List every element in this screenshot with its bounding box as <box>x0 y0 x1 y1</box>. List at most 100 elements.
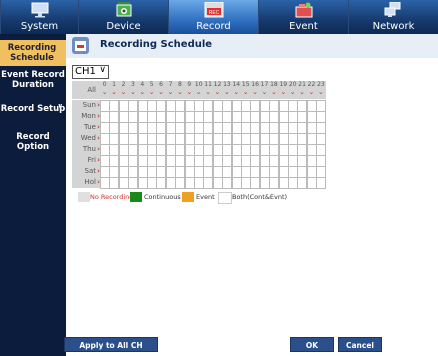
hour-header[interactable]: 19 ⌄ <box>278 81 288 99</box>
top-nav: System Device REC Record Event Network <box>0 0 438 34</box>
chevron-down-icon: ⌄ <box>195 88 202 96</box>
hour-header[interactable]: 20 ⌄ <box>288 81 298 99</box>
sidebar-item-recording-schedule[interactable]: Recording Schedule <box>0 40 66 66</box>
sidebar-item-record-setup[interactable]: Record Setup ∨ <box>0 102 66 126</box>
schedule-cell[interactable] <box>316 177 327 189</box>
chevron-down-icon: ⌄ <box>233 88 240 96</box>
cancel-button[interactable]: Cancel <box>338 337 382 352</box>
channel-select[interactable]: CH1 ∨ <box>72 65 109 79</box>
hour-header[interactable]: 14 ⌄ <box>231 81 241 99</box>
select-all-cell[interactable]: All <box>72 81 100 99</box>
chevron-down-icon: ⌄ <box>148 88 155 96</box>
day-row-label[interactable]: Mon › <box>72 111 100 122</box>
day-label: Tue <box>84 123 96 131</box>
legend-swatch <box>130 192 142 202</box>
hour-header[interactable]: 16 ⌄ <box>250 81 260 99</box>
schedule-cell[interactable] <box>316 133 327 145</box>
sidebar-item-label: Recording Schedule <box>7 43 57 63</box>
hour-header[interactable]: 1 ⌄ <box>109 81 119 99</box>
record-rec-icon: REC <box>204 2 223 18</box>
day-row-label[interactable]: Thu › <box>72 144 100 155</box>
hour-header[interactable]: 5 ⌄ <box>147 81 157 99</box>
chevron-down-icon: ⌄ <box>186 88 193 96</box>
day-label: Wed <box>80 134 96 142</box>
hour-header[interactable]: 0 ⌄ <box>100 81 110 99</box>
hour-header[interactable]: 10 ⌄ <box>194 81 204 99</box>
chevron-down-icon: ⌄ <box>270 88 277 96</box>
day-label: Thu <box>82 145 96 153</box>
chevron-down-icon: ⌄ <box>139 88 146 96</box>
schedule-cell[interactable] <box>316 111 327 123</box>
chevron-down-icon: ⌄ <box>317 88 324 96</box>
hour-header[interactable]: 11 ⌄ <box>203 81 213 99</box>
hour-header[interactable]: 8 ⌄ <box>175 81 185 99</box>
schedule-cell[interactable] <box>316 166 327 178</box>
day-row-label[interactable]: Hol › <box>72 177 100 188</box>
tab-network-label: Network <box>372 21 415 32</box>
monitor-icon <box>31 2 48 18</box>
chevron-down-icon: ⌄ <box>176 88 183 96</box>
hour-header[interactable]: 9 ⌄ <box>184 81 194 99</box>
hour-header[interactable]: 17 ⌄ <box>259 81 270 99</box>
chevron-down-icon: ⌄ <box>299 88 306 96</box>
day-row-label[interactable]: Wed › <box>72 133 100 144</box>
tab-network[interactable]: Network <box>348 0 438 34</box>
chevron-down-icon: ⌄ <box>252 88 259 96</box>
chevron-down-icon: ⌄ <box>101 88 108 96</box>
tab-system[interactable]: System <box>0 0 78 34</box>
hour-header[interactable]: 15 ⌄ <box>241 81 251 99</box>
legend-swatch <box>218 192 232 204</box>
hour-header[interactable]: 7 ⌄ <box>165 81 176 99</box>
day-row-label[interactable]: Tue › <box>72 122 100 133</box>
tab-device[interactable]: Device <box>78 0 168 34</box>
network-icon <box>384 2 400 17</box>
chevron-down-icon: ⌄ <box>167 88 174 96</box>
tab-system-label: System <box>20 21 59 32</box>
schedule-cell[interactable] <box>316 122 327 134</box>
sidebar-item-record-option[interactable]: Record Option <box>0 130 66 154</box>
day-label: Fri <box>87 156 96 164</box>
hour-header[interactable]: 12 ⌄ <box>212 81 223 99</box>
tab-device-label: Device <box>106 21 141 32</box>
schedule-cell[interactable] <box>316 100 327 112</box>
sidebar-item-label: Record Option <box>16 132 50 152</box>
header-bar: Recording Schedule <box>66 34 438 58</box>
day-row-label[interactable]: Fri › <box>72 155 100 166</box>
schedule-cell[interactable] <box>316 155 327 167</box>
hour-header[interactable]: 18 ⌄ <box>269 81 279 99</box>
apply-to-all-ch-button[interactable]: Apply to All CH <box>64 337 158 352</box>
hour-header[interactable]: 6 ⌄ <box>156 81 166 99</box>
ok-button[interactable]: OK <box>290 337 334 352</box>
channel-select-value: CH1 <box>75 66 96 77</box>
hour-header[interactable]: 21 ⌄ <box>297 81 307 99</box>
chevron-down-icon: ⌄ <box>289 88 296 96</box>
hour-header[interactable]: 22 ⌄ <box>306 81 317 99</box>
day-row-label[interactable]: Sat › <box>72 166 100 177</box>
tab-event[interactable]: Event <box>258 0 348 34</box>
day-label: Sat <box>84 167 96 175</box>
schedule-calendar-icon <box>72 37 89 54</box>
chevron-down-icon: ⌄ <box>120 88 127 96</box>
sidebar-item-label: Event Record Duration <box>1 70 65 90</box>
tab-record[interactable]: REC Record <box>168 0 258 34</box>
day-label: Mon <box>81 112 96 120</box>
hour-header[interactable]: 4 ⌄ <box>137 81 147 99</box>
legend-swatch <box>182 192 194 202</box>
sidebar-item-event-record-duration[interactable]: Event Record Duration <box>0 70 66 100</box>
chevron-down-icon: ⌄ <box>205 88 212 96</box>
chevron-down-icon: ⌄ <box>223 88 230 96</box>
hour-header[interactable]: 13 ⌄ <box>222 81 232 99</box>
main-panel: Recording Schedule CH1 ∨ All 0 ⌄ 1 ⌄ 2 ⌄ 3 ⌄ 4 ⌄ 5 ⌄… <box>64 34 438 356</box>
schedule-cell[interactable] <box>316 144 327 156</box>
hour-header[interactable]: 3 ⌄ <box>128 81 138 99</box>
legend-label: Both(Cont&Evnt) <box>232 193 288 201</box>
sidebar-item-label: Record Setup <box>0 104 66 114</box>
chevron-down-icon: ⌄ <box>158 88 165 96</box>
day-row-label[interactable]: Sun › <box>72 100 100 111</box>
chevron-down-icon: ⌄ <box>214 88 221 96</box>
legend-label: No Recording <box>90 193 134 201</box>
hour-header[interactable]: 2 ⌄ <box>118 81 129 99</box>
svg-text:REC: REC <box>208 10 219 16</box>
legend-label: Event <box>196 193 215 201</box>
hour-header[interactable]: 23 ⌄ <box>316 81 326 99</box>
